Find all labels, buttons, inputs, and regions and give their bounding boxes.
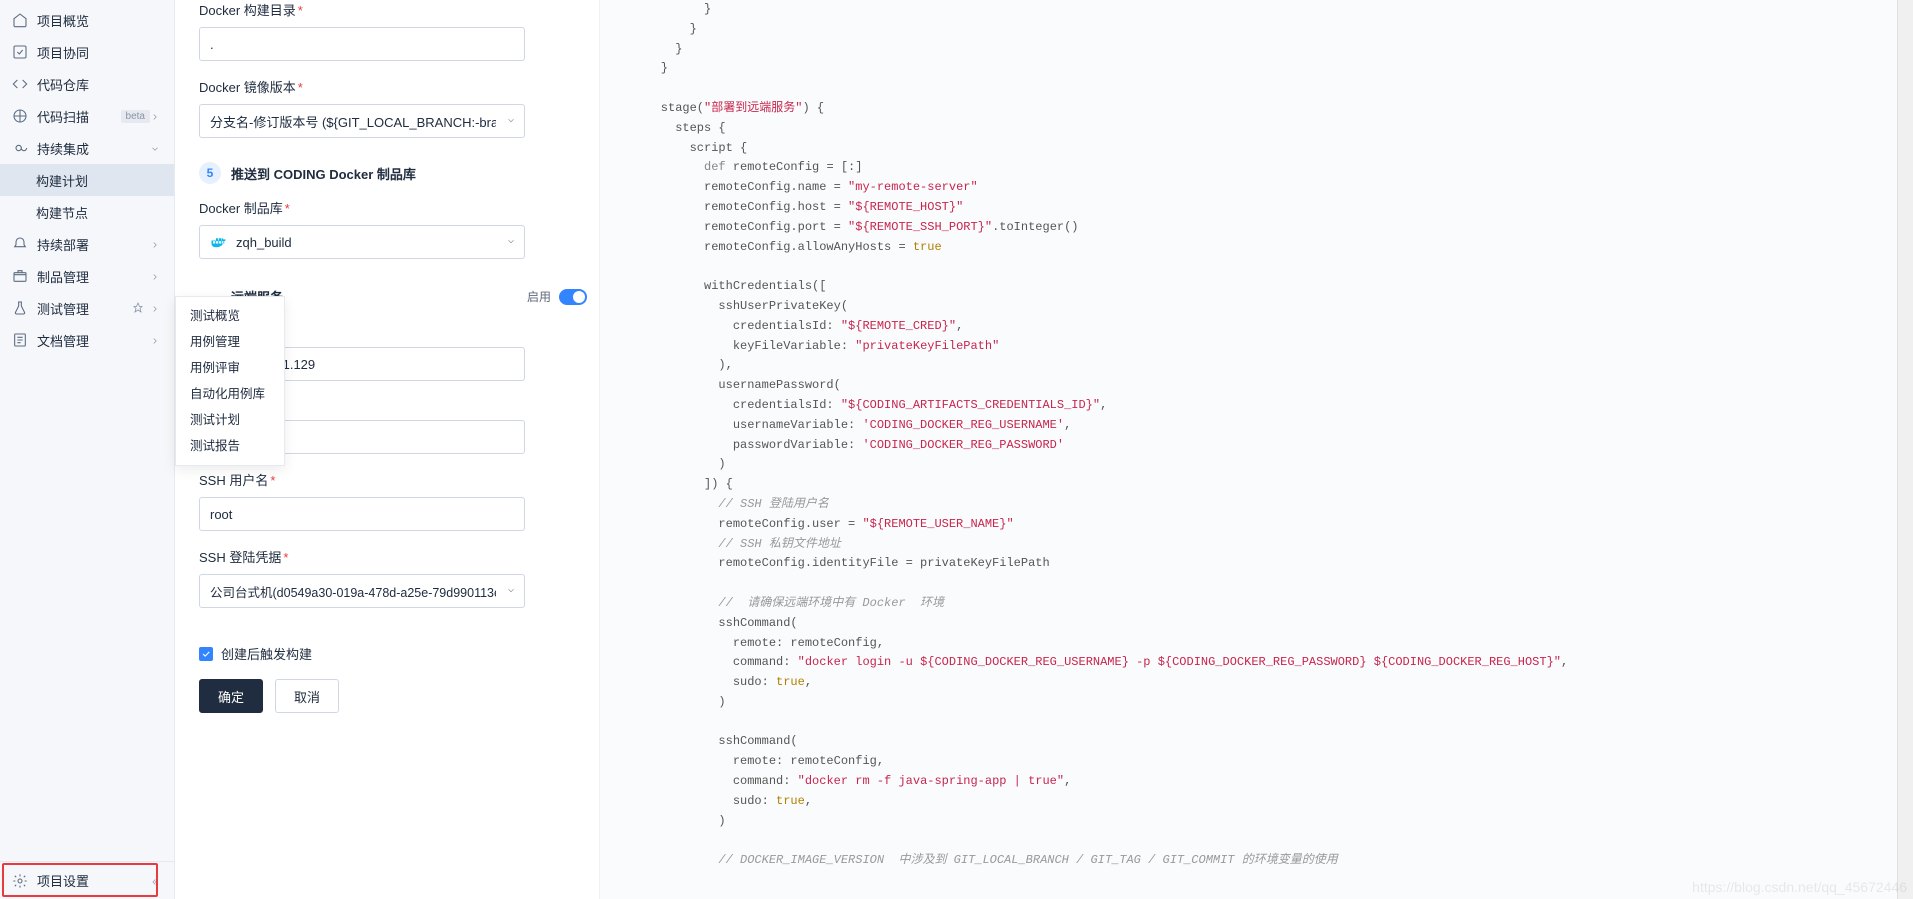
nav-label: 构建节点 xyxy=(36,203,162,222)
trigger-label: 创建后触发构建 xyxy=(221,644,312,663)
sidebar: 项目概览 项目协同 代码仓库 代码扫描 beta 持续集成 xyxy=(0,0,175,899)
gear-icon xyxy=(12,873,28,889)
docker-image-ver-label: Docker 镜像版本* xyxy=(199,77,587,96)
flask-icon xyxy=(12,300,28,316)
nav-label: 项目概览 xyxy=(37,11,162,30)
doc-icon xyxy=(12,332,28,348)
nav-label: 构建计划 xyxy=(36,171,162,190)
code-icon xyxy=(12,76,28,92)
nav-code-repo[interactable]: 代码仓库 xyxy=(0,68,174,100)
ssh-cred-label: SSH 登陆凭据* xyxy=(199,547,587,566)
project-settings[interactable]: 项目设置 xyxy=(0,861,174,899)
nav-test-mgmt[interactable]: 测试管理 xyxy=(0,292,174,324)
nav-ci[interactable]: 持续集成 xyxy=(0,132,174,164)
check-square-icon xyxy=(12,44,28,60)
docker-repo-select[interactable]: zqh_build xyxy=(199,225,525,259)
step-5-title: 推送到 CODING Docker 制品库 xyxy=(231,164,416,183)
infinity-icon xyxy=(12,140,28,156)
chevron-right-icon xyxy=(150,238,162,250)
trigger-checkbox[interactable] xyxy=(199,647,213,661)
beta-badge: beta xyxy=(121,110,150,123)
cancel-button[interactable]: 取消 xyxy=(275,679,339,713)
vertical-scrollbar[interactable] xyxy=(1897,0,1913,899)
docker-image-ver-select[interactable]: 分支名-修订版本号 (${GIT_LOCAL_BRANCH:-branch}-$… xyxy=(199,104,525,138)
nav-list: 项目概览 项目协同 代码仓库 代码扫描 beta 持续集成 xyxy=(0,0,174,861)
nav-label: 代码仓库 xyxy=(37,75,162,94)
nav-build-node[interactable]: 构建节点 xyxy=(0,196,174,228)
chevron-down-icon xyxy=(506,235,516,250)
ssh-user-label: SSH 用户名* xyxy=(199,470,587,489)
nav-label: 持续集成 xyxy=(37,139,150,158)
nav-label: 测试管理 xyxy=(37,299,132,318)
submenu-case-mgmt[interactable]: 用例管理 xyxy=(176,329,284,355)
docker-build-dir-label: Docker 构建目录* xyxy=(199,0,587,19)
nav-label: 代码扫描 xyxy=(37,107,117,126)
chevron-down-icon xyxy=(506,114,516,129)
main-content: Docker 构建目录* . Docker 镜像版本* 分支名-修订版本号 ($… xyxy=(175,0,1913,899)
docker-repo-label: Docker 制品库* xyxy=(199,198,587,217)
nav-cd[interactable]: 持续部署 xyxy=(0,228,174,260)
pin-icon xyxy=(132,302,144,314)
nav-project-collab[interactable]: 项目协同 xyxy=(0,36,174,68)
ssh-user-input[interactable]: root xyxy=(199,497,525,531)
nav-build-plan[interactable]: 构建计划 xyxy=(0,164,174,196)
nav-label: 持续部署 xyxy=(37,235,150,254)
chevron-right-icon xyxy=(150,270,162,282)
confirm-button[interactable]: 确定 xyxy=(199,679,263,713)
nav-label: 文档管理 xyxy=(37,331,150,350)
submenu-test-report[interactable]: 测试报告 xyxy=(176,433,284,459)
chevron-right-icon xyxy=(150,302,162,314)
home-icon xyxy=(12,12,28,28)
bell-icon xyxy=(12,236,28,252)
nav-label: 制品管理 xyxy=(37,267,150,286)
nav-code-scan[interactable]: 代码扫描 beta xyxy=(0,100,174,132)
collapse-icon[interactable] xyxy=(150,875,162,887)
test-mgmt-submenu: 测试概览 用例管理 用例评审 自动化用例库 测试计划 测试报告 xyxy=(175,296,285,466)
nav-docs[interactable]: 文档管理 xyxy=(0,324,174,356)
submenu-test-plan[interactable]: 测试计划 xyxy=(176,407,284,433)
nav-artifacts[interactable]: 制品管理 xyxy=(0,260,174,292)
submenu-test-overview[interactable]: 测试概览 xyxy=(176,303,284,329)
trigger-checkbox-row[interactable]: 创建后触发构建 xyxy=(199,644,587,663)
nav-project-overview[interactable]: 项目概览 xyxy=(0,4,174,36)
submenu-case-review[interactable]: 用例评审 xyxy=(176,355,284,381)
settings-label: 项目设置 xyxy=(37,871,150,890)
enable-toggle[interactable] xyxy=(559,289,587,305)
jenkinsfile-preview: } } } } stage("部署到远端服务") { steps { scrip… xyxy=(599,0,1897,899)
ssh-cred-select[interactable]: 公司台式机(d0549a30-019a-478d-a25e-79d990113e… xyxy=(199,574,525,608)
chevron-down-icon xyxy=(150,142,162,154)
package-icon xyxy=(12,268,28,284)
step-5-badge: 5 xyxy=(199,162,221,184)
chevron-right-icon xyxy=(150,334,162,346)
chevron-down-icon xyxy=(506,584,516,599)
chevron-right-icon xyxy=(150,110,162,122)
nav-label: 项目协同 xyxy=(37,43,162,62)
scan-icon xyxy=(12,108,28,124)
docker-icon xyxy=(210,233,228,251)
docker-build-dir-input[interactable]: . xyxy=(199,27,525,61)
enable-label: 启用 xyxy=(527,288,551,305)
submenu-auto-case[interactable]: 自动化用例库 xyxy=(176,381,284,407)
